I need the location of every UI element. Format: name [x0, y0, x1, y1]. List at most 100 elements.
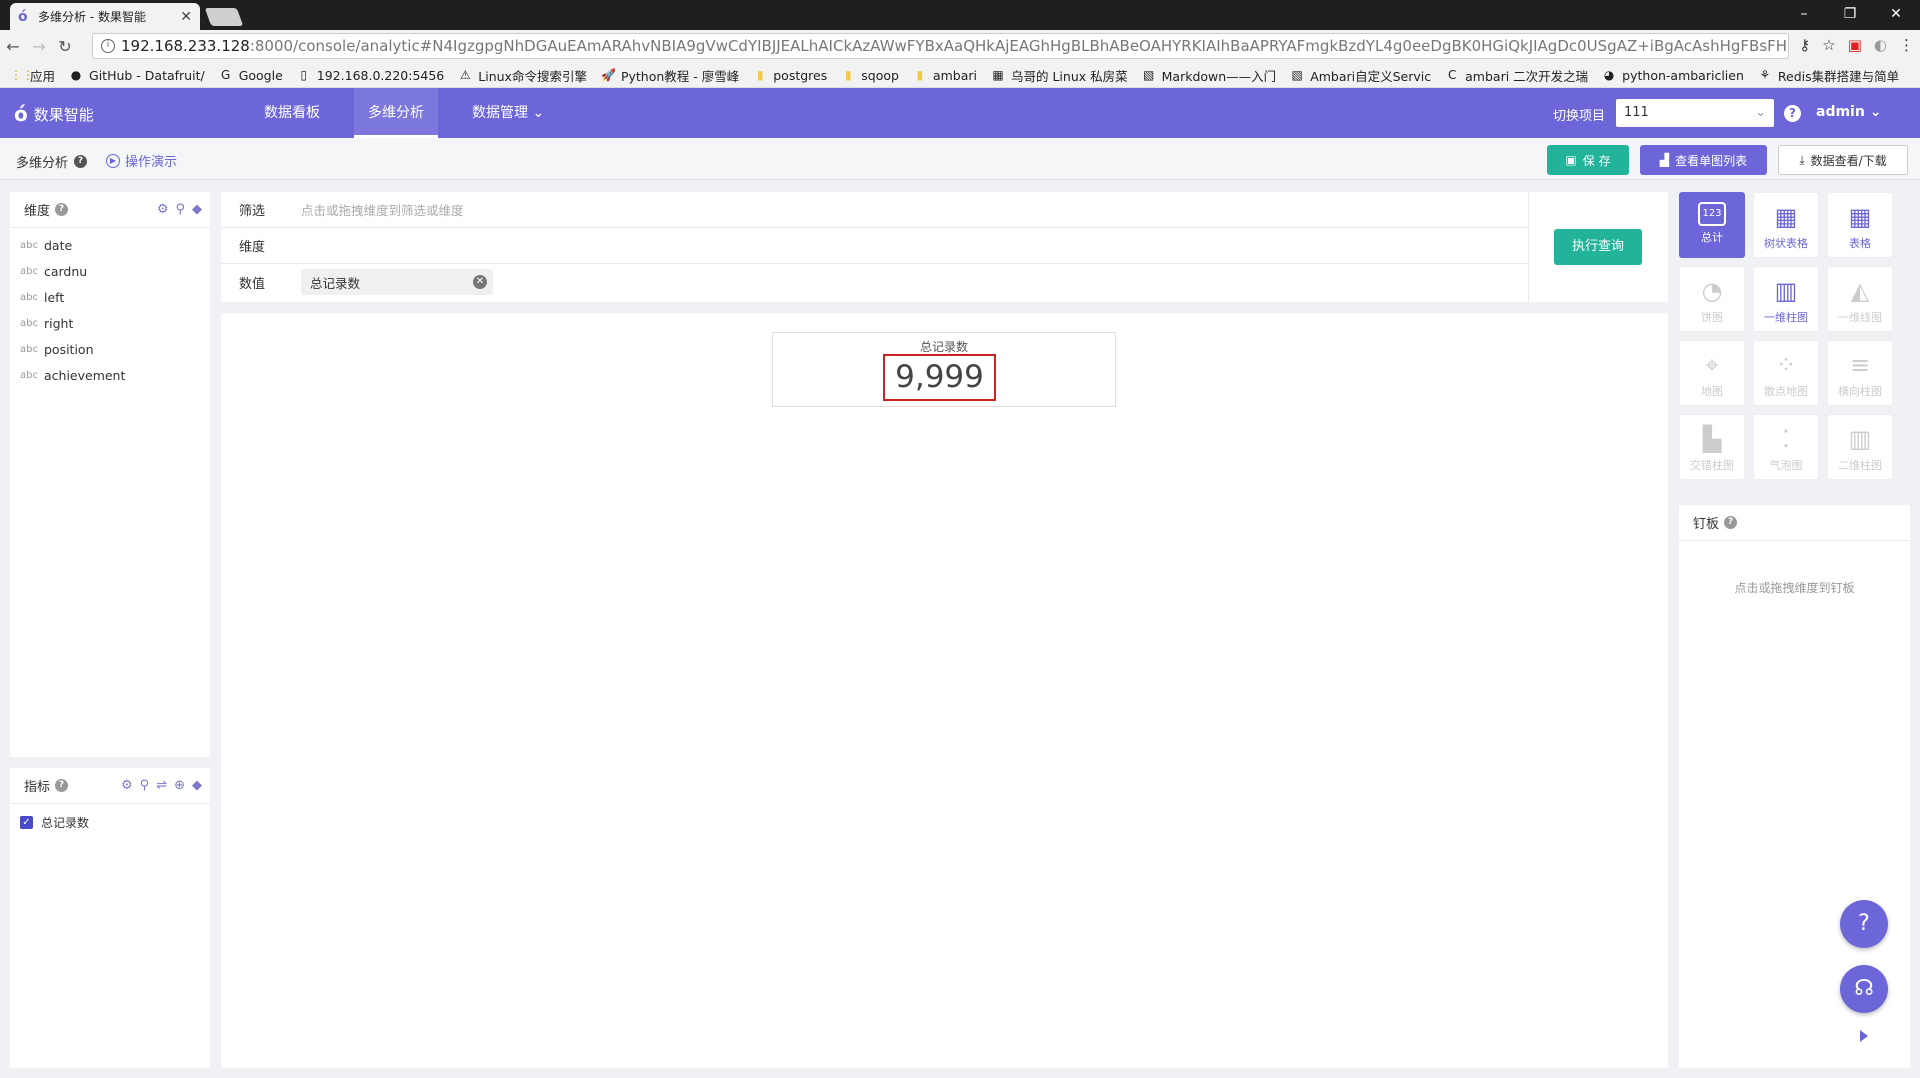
chart-type-tree-table[interactable]: ▦ 树状表格 — [1753, 192, 1819, 258]
expand-arrow-icon[interactable] — [1860, 1030, 1868, 1042]
extension-gray-icon[interactable]: ◐ — [1874, 36, 1887, 54]
bookmark-item[interactable]: ⋮⋮ 应用 — [10, 66, 55, 85]
info-icon[interactable]: i — [101, 39, 115, 53]
back-icon[interactable]: ← — [0, 37, 26, 56]
bookmark-item[interactable]: ● GitHub - Datafruit/ — [69, 68, 205, 83]
value-chip[interactable]: 总记录数 ✕ — [301, 269, 493, 295]
dimension-row-label: 维度 — [239, 240, 266, 255]
logo[interactable]: ó 数果智能 — [14, 102, 94, 126]
download-button[interactable]: ⤓ 数据查看/下载 — [1778, 145, 1908, 175]
pie-chart-icon: ◔ — [1701, 277, 1723, 305]
question-icon[interactable]: ? — [74, 155, 88, 168]
dimension-field[interactable]: abc position — [10, 336, 210, 362]
chart-type-total[interactable]: 123 总计 — [1679, 192, 1745, 258]
search-icon[interactable]: ⚲ — [140, 778, 150, 793]
chart-type-label: 二维柱图 — [1838, 459, 1882, 472]
scatter-map-icon: ⁘ — [1775, 351, 1797, 379]
map-pin-icon: ⌖ — [1705, 351, 1719, 379]
bookmark-star-icon[interactable]: ☆ — [1822, 36, 1835, 54]
bookmark-item[interactable]: ▮ postgres — [753, 68, 827, 83]
dimension-field[interactable]: abc date — [10, 232, 210, 258]
download-label: 数据查看/下载 — [1810, 153, 1887, 168]
question-icon[interactable]: ? — [55, 203, 69, 216]
bookmark-item[interactable]: ▧ Markdown——入门 — [1142, 66, 1276, 85]
user-menu[interactable]: admin ⌄ — [1816, 104, 1881, 120]
dimension-field[interactable]: abc left — [10, 284, 210, 310]
close-window-icon[interactable]: ✕ — [1873, 0, 1919, 30]
browser-menu-icon[interactable]: ⋮ — [1899, 36, 1914, 54]
dimension-field[interactable]: abc achievement — [10, 362, 210, 388]
bookmark-item[interactable]: ◕ python-ambariclien — [1602, 68, 1744, 83]
help-icon[interactable]: ? — [1784, 105, 1801, 122]
project-select[interactable]: 111 ⌄ — [1616, 99, 1774, 127]
chart-type-line-chart[interactable]: ◭ 一维线图 — [1827, 266, 1893, 332]
add-icon[interactable]: ⊕ — [174, 778, 185, 793]
save-label: 保 存 — [1582, 153, 1611, 168]
chart-type-stacked-bar[interactable]: ▙ 交错柱图 — [1679, 414, 1745, 480]
extension-red-icon[interactable]: ▣ — [1848, 36, 1862, 54]
bookmark-item[interactable]: ▧ Ambari自定义Servic — [1290, 66, 1432, 85]
pin-hint: 点击或拖拽维度到钉板 — [1734, 581, 1855, 595]
bookmark-item[interactable]: Cambari 二次开发之瑞 — [1445, 66, 1588, 85]
bookmark-item[interactable]: ▮ ambari — [913, 68, 977, 83]
demo-link[interactable]: ▶ 操作演示 — [106, 151, 177, 170]
new-tab-button[interactable] — [204, 8, 244, 26]
dimension-field[interactable]: abc cardnu — [10, 258, 210, 284]
chart-type-two-dim-bar[interactable]: ▥ 二维柱图 — [1827, 414, 1893, 480]
save-button[interactable]: ▣ 保 存 — [1547, 145, 1629, 175]
value-row[interactable]: 数值 总记录数 ✕ — [221, 264, 1528, 300]
chart-type-table[interactable]: ▦ 表格 — [1827, 192, 1893, 258]
tab-close-icon[interactable]: ✕ — [180, 9, 192, 25]
chart-list-button[interactable]: ▟ 查看单图列表 — [1640, 145, 1767, 175]
stacked-bar-icon: ▙ — [1702, 425, 1722, 453]
forward-icon[interactable]: → — [26, 37, 52, 56]
bookmark-label: python-ambariclien — [1622, 67, 1744, 83]
checkbox-checked-icon[interactable]: ✓ — [20, 816, 33, 829]
browser-tab[interactable]: ó 多维分析 - 数果智能 ✕ — [10, 3, 200, 30]
dimension-row[interactable]: 维度 — [221, 228, 1528, 264]
reload-icon[interactable]: ↻ — [52, 37, 78, 56]
indicator-item[interactable]: ✓ 总记录数 — [10, 804, 210, 831]
chart-icon: ▟ — [1659, 153, 1670, 167]
chart-type-pie-chart[interactable]: ◔ 饼图 — [1679, 266, 1745, 332]
question-icon[interactable]: ? — [55, 779, 69, 792]
kpi-label: 总记录数 — [919, 340, 968, 354]
minimize-icon[interactable]: – — [1781, 0, 1827, 30]
chart-type-bar-chart[interactable]: ▥ 一维柱图 — [1753, 266, 1819, 332]
bookmark-item[interactable]: ▯ 192.168.0.220:5456 — [297, 68, 444, 83]
tag-icon[interactable]: ◆ — [192, 778, 202, 793]
nav-analytic[interactable]: 多维分析 — [354, 88, 438, 138]
breadcrumb: 多维分析? — [16, 152, 88, 171]
dimension-tools: ⚙ ⚲ ◆ — [157, 202, 202, 217]
bookmark-item[interactable]: ⚠ Linux命令搜索引擎 — [458, 66, 587, 85]
chart-type-scatter-map[interactable]: ⁘ 散点地图 — [1753, 340, 1819, 406]
settings-icon[interactable]: ⚙ — [157, 202, 169, 217]
bookmark-item[interactable]: ⚘ Redis集群搭建与简单 — [1758, 66, 1900, 85]
bookmark-item[interactable]: 🚀 Python教程 - 廖雪峰 — [601, 66, 739, 85]
url-input[interactable]: i 192.168.233.128:8000/console/analytic#… — [92, 33, 1789, 59]
settings-icon[interactable]: ⚙ — [121, 778, 133, 793]
execute-query-button[interactable]: 执行查询 — [1554, 229, 1642, 265]
bookmark-item[interactable]: ▦ 乌哥的 Linux 私房菜 — [991, 66, 1127, 85]
nav-data-manage-label: 数据管理 — [472, 105, 528, 121]
help-fab[interactable]: ? — [1840, 900, 1888, 948]
chart-type-bubble-chart[interactable]: ⁚ 气泡图 — [1753, 414, 1819, 480]
remove-icon[interactable]: ✕ — [473, 275, 487, 289]
key-icon[interactable]: ⚷ — [1799, 36, 1810, 54]
restore-icon[interactable]: ❐ — [1827, 0, 1873, 30]
question-icon[interactable]: ? — [1724, 516, 1738, 529]
bookmark-item[interactable]: ▮ sqoop — [841, 68, 899, 83]
filter-row[interactable]: 筛选 点击或拖拽维度到筛选或维度 — [221, 192, 1528, 228]
search-icon[interactable]: ⚲ — [175, 202, 185, 217]
tag-icon[interactable]: ◆ — [192, 202, 202, 217]
nav-dashboard[interactable]: 数据看板 — [250, 88, 334, 138]
chart-type-horizontal-bar[interactable]: ≡ 横向柱图 — [1827, 340, 1893, 406]
chart-type-map-pin[interactable]: ⌖ 地图 — [1679, 340, 1745, 406]
support-fab[interactable]: ☊ — [1840, 965, 1888, 1013]
dimension-field[interactable]: abc right — [10, 310, 210, 336]
bookmark-item[interactable]: G Google — [219, 68, 283, 83]
nav-data-manage[interactable]: 数据管理 ⌄ — [458, 88, 558, 138]
url-host: 192.168.233.128 — [121, 37, 250, 55]
user-name: admin — [1816, 104, 1865, 120]
sort-icon[interactable]: ⇌ — [156, 778, 167, 793]
